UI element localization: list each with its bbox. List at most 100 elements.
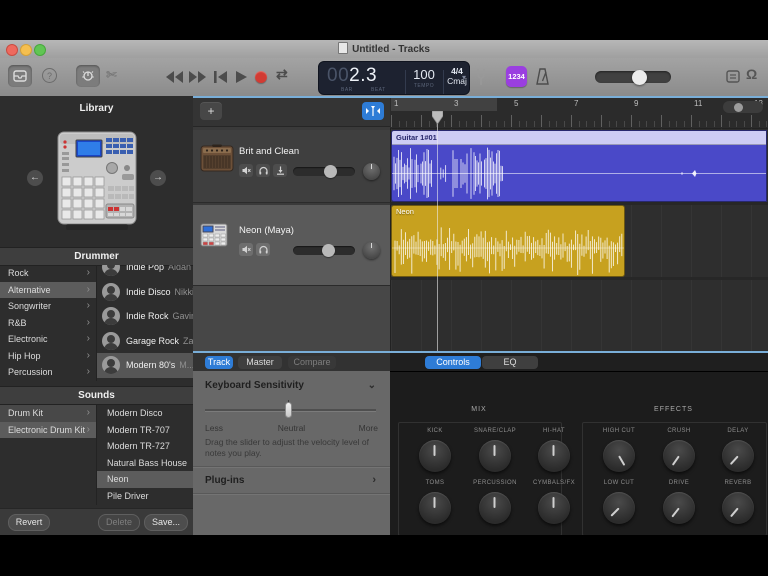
tab-controls[interactable]: Controls: [425, 355, 481, 369]
pan-knob[interactable]: [363, 242, 380, 259]
kit-item[interactable]: Electronic Drum Kit ›: [0, 421, 96, 438]
genre-item[interactable]: Songwriter ›: [0, 298, 96, 315]
library-next-arrow-button[interactable]: →: [150, 170, 166, 186]
preset-item[interactable]: Modern TR-727: [97, 438, 193, 455]
sensitivity-slider-thumb[interactable]: [285, 402, 293, 418]
playhead-position: 002.3: [327, 65, 378, 86]
notepad-button[interactable]: [726, 70, 740, 83]
ruler-bar-number: 1: [394, 99, 399, 108]
track-volume-slider[interactable]: [293, 243, 355, 257]
play-button[interactable]: [236, 71, 247, 83]
knob-pointer: [610, 507, 620, 517]
genre-item[interactable]: Rock ›: [0, 265, 96, 282]
tab-eq[interactable]: EQ: [482, 355, 538, 369]
headphones-button[interactable]: [256, 164, 270, 177]
collapse-chevron-icon[interactable]: ⌄: [368, 380, 376, 391]
smart-controls-button[interactable]: [76, 65, 100, 87]
track-header[interactable]: Brit and Clean: [193, 130, 390, 203]
save-button[interactable]: Save...: [144, 514, 188, 531]
knob-high-cut[interactable]: [603, 440, 635, 472]
knob-reverb[interactable]: [722, 492, 754, 524]
knob-toms[interactable]: [419, 492, 451, 524]
timeline-ruler[interactable]: 135791113: [390, 98, 768, 129]
chevron-right-icon: ›: [86, 333, 90, 344]
drummer-item[interactable]: Indie Disco Nikki: [97, 280, 193, 305]
plugins-chevron-icon[interactable]: ›: [372, 474, 376, 486]
audio-region-guitar[interactable]: Guitar 1#01: [391, 130, 767, 202]
track-header[interactable]: Neon (Maya): [193, 205, 390, 286]
cycle-button[interactable]: ⇄: [276, 66, 288, 83]
fast-forward-button[interactable]: [189, 71, 206, 83]
drummer-item[interactable]: Modern 80's M...: [97, 353, 193, 378]
chevron-right-icon: ›: [86, 267, 90, 278]
genre-item[interactable]: Electronic ›: [0, 331, 96, 348]
editors-scissors-button[interactable]: ✄: [106, 67, 117, 83]
headphones-button[interactable]: [256, 243, 270, 256]
plugins-label: Plug-ins: [205, 475, 245, 486]
preset-item[interactable]: Modern TR-707: [97, 422, 193, 439]
playhead-marker[interactable]: [432, 111, 443, 124]
drummer-item[interactable]: Indie Pop Aidan: [97, 265, 193, 280]
preset-item[interactable]: Natural Bass House: [97, 455, 193, 472]
horizontal-zoom-slider[interactable]: [723, 101, 763, 113]
tab-master[interactable]: Master: [238, 355, 282, 369]
metronome-icon[interactable]: [535, 68, 550, 85]
record-button[interactable]: [255, 71, 267, 83]
preset-item[interactable]: Neon: [97, 471, 193, 488]
revert-button[interactable]: Revert: [8, 514, 50, 531]
knob-drive[interactable]: [663, 492, 695, 524]
audio-region-neon[interactable]: Neon: [391, 205, 625, 277]
track-name[interactable]: Brit and Clean: [239, 146, 299, 157]
track-volume-slider[interactable]: [293, 164, 355, 178]
genre-item[interactable]: R&B ›: [0, 315, 96, 332]
knob-kick[interactable]: [419, 440, 451, 472]
catch-playhead-button[interactable]: [362, 102, 384, 120]
knob-delay[interactable]: [722, 440, 754, 472]
chevron-right-icon: ›: [86, 283, 90, 295]
add-track-button[interactable]: +: [200, 102, 222, 120]
rewind-button[interactable]: [166, 71, 183, 83]
mute-button[interactable]: [239, 243, 253, 256]
go-to-beginning-button[interactable]: [214, 71, 227, 83]
genre-item[interactable]: Alternative ›: [0, 281, 96, 298]
genre-item[interactable]: Hip Hop ›: [0, 348, 96, 365]
input-button[interactable]: [273, 164, 287, 177]
kit-item[interactable]: Drum Kit ›: [0, 405, 96, 422]
tab-track[interactable]: Track: [205, 355, 233, 369]
knob-percussion[interactable]: [479, 492, 511, 524]
count-in-button[interactable]: 1234: [506, 66, 527, 87]
drummer-name: Indie Disco Nikki: [126, 286, 193, 297]
playhead[interactable]: [437, 112, 438, 351]
library-prev-arrow-button[interactable]: ←: [27, 170, 43, 186]
preset-item[interactable]: Modern Disco: [97, 405, 193, 422]
delete-button[interactable]: Delete: [98, 514, 140, 531]
mute-button[interactable]: [239, 164, 253, 177]
track-name[interactable]: Neon (Maya): [239, 225, 294, 236]
master-volume-thumb[interactable]: [632, 69, 648, 85]
zoom-slider-thumb[interactable]: [734, 102, 743, 112]
knob-cymbals-fx[interactable]: [538, 492, 570, 524]
region-label: Neon: [396, 207, 414, 216]
pan-knob[interactable]: [363, 163, 380, 180]
library-toggle-button[interactable]: [8, 65, 32, 87]
knob-low-cut[interactable]: [603, 492, 635, 524]
knob-hi-hat[interactable]: [538, 440, 570, 472]
loop-browser-button[interactable]: Ω: [746, 66, 757, 82]
drum-controls-panel: MIX KICK SNARE/CLAP HI-HAT TOMS PERCUSSION CYM…: [390, 371, 768, 535]
quick-help-button[interactable]: ?: [42, 68, 57, 83]
master-volume-slider[interactable]: [595, 69, 671, 85]
genre-item[interactable]: Percussion ›: [0, 364, 96, 381]
sounds-section-header: Sounds: [0, 386, 193, 405]
track-volume-thumb[interactable]: [323, 164, 337, 178]
track-volume-thumb[interactable]: [322, 243, 335, 257]
preset-item[interactable]: Pile Driver: [97, 488, 193, 505]
garageband-window: Untitled - Tracks ? ✄ ⇄ 002.3 BAR BEAT 1…: [0, 40, 768, 535]
drummer-item[interactable]: Garage RockZak: [97, 329, 193, 354]
lcd-chevron-down-icon[interactable]: ▾: [462, 73, 466, 82]
drummer-item[interactable]: Indie RockGavin: [97, 304, 193, 329]
knob-crush[interactable]: [663, 440, 695, 472]
tab-compare[interactable]: Compare: [288, 355, 336, 369]
tuner-fork-icon[interactable]: [476, 68, 486, 86]
knob-snare-clap[interactable]: [479, 440, 511, 472]
lcd-display[interactable]: 002.3 BAR BEAT 100 TEMPO 4/4 Cmaj ▾: [318, 61, 470, 95]
